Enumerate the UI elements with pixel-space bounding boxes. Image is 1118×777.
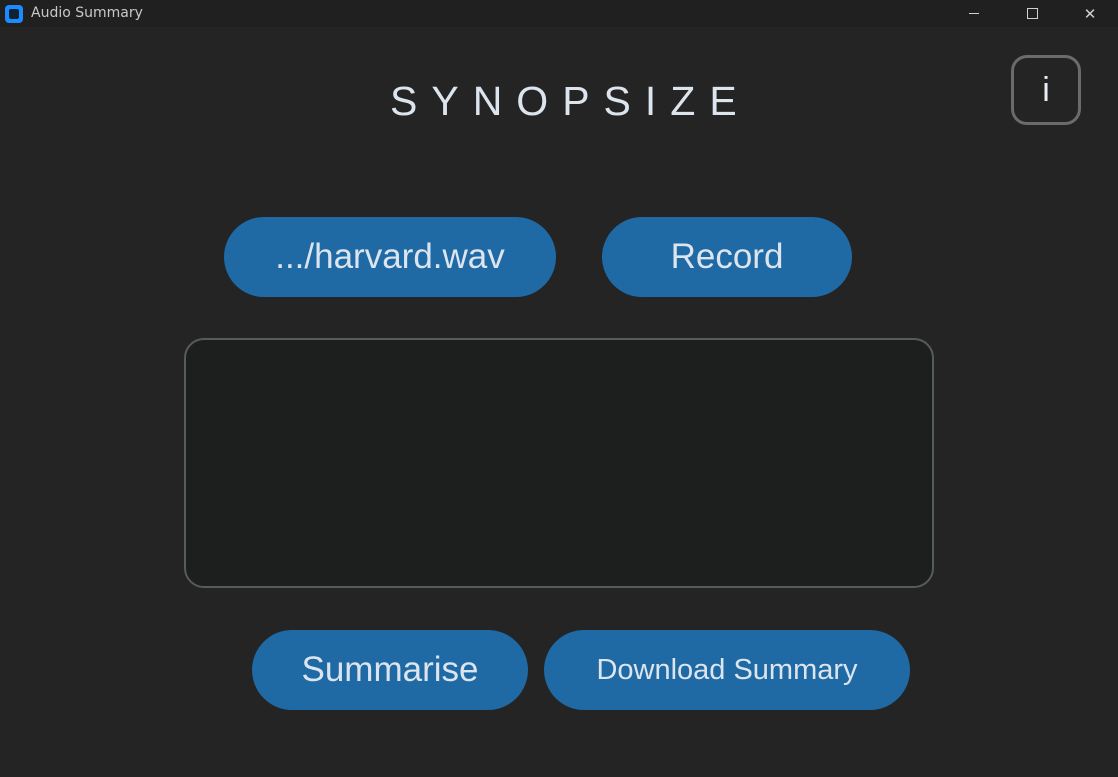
close-icon: ✕ (1083, 5, 1097, 23)
summary-textbox[interactable] (184, 338, 934, 588)
maximize-icon (1026, 8, 1038, 19)
summarise-button[interactable]: Summarise (252, 630, 528, 710)
app-icon (5, 5, 23, 23)
close-button[interactable]: ✕ (1061, 0, 1118, 27)
app-title: SYNOPSIZE (390, 78, 751, 124)
minimize-button[interactable] (945, 0, 1003, 27)
minimize-icon (969, 13, 979, 14)
record-button[interactable]: Record (602, 217, 852, 297)
select-file-button[interactable]: .../harvard.wav (224, 217, 556, 297)
maximize-button[interactable] (1003, 0, 1061, 27)
download-summary-button[interactable]: Download Summary (544, 630, 910, 710)
info-button[interactable]: i (1011, 55, 1081, 125)
window-title: Audio Summary (31, 5, 143, 21)
title-bar: Audio Summary ✕ (0, 0, 1118, 27)
